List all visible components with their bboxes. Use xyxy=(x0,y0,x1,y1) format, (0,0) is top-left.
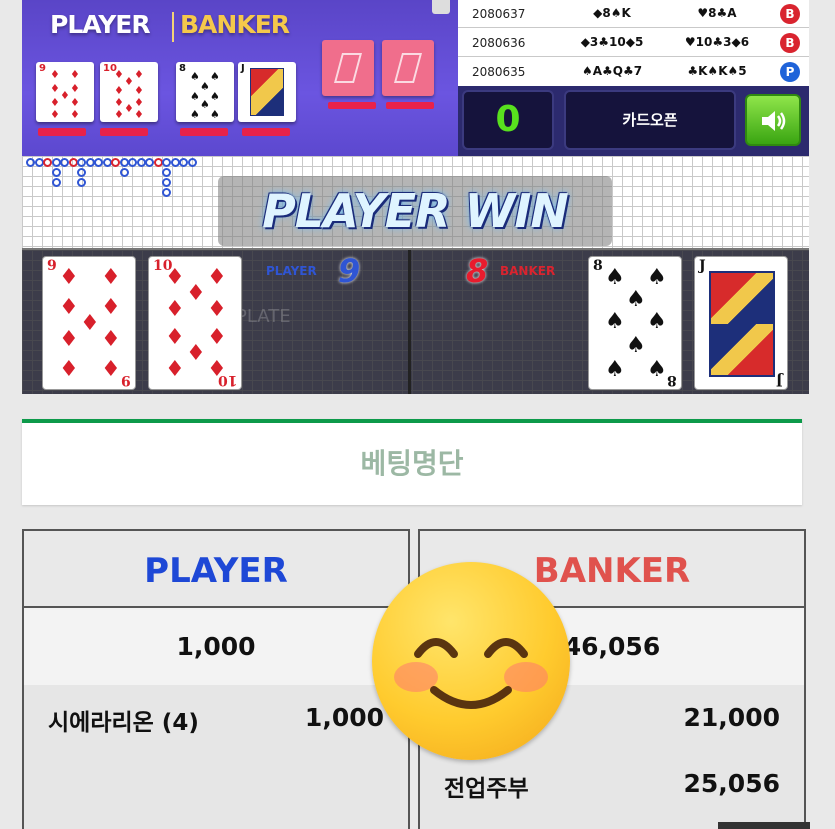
road-bead xyxy=(162,158,171,167)
round-history-table: 2080637 ◆8♠K ♥8♣A B 2080636 ◆3♣10◆5 ♥10♣… xyxy=(458,0,809,86)
card-rank: J xyxy=(776,372,783,388)
bet-row: 전업주부 25,056 xyxy=(420,751,804,817)
road-bead xyxy=(179,158,188,167)
result-badge: B xyxy=(780,33,800,53)
card-rank: 9 xyxy=(121,372,131,388)
round-id: 2080636 xyxy=(472,36,526,50)
banker-bet-marker xyxy=(180,128,228,136)
bettor-name: 시에라리온 (4) xyxy=(48,710,199,736)
card-back xyxy=(322,40,374,96)
card-rank: 8 xyxy=(667,372,677,388)
road-bead xyxy=(77,168,86,177)
countdown-display: 0 xyxy=(462,90,554,150)
banker-hand-score: 8 xyxy=(466,252,489,290)
card-rank: J xyxy=(699,258,706,274)
bettor-name: 전업주부 xyxy=(444,776,529,802)
betting-list-title: 베팅명단 xyxy=(360,447,464,480)
table-card: J xyxy=(238,62,296,122)
card-back-marker xyxy=(328,102,376,109)
road-bead xyxy=(119,168,129,177)
history-row: 2080636 ◆3♣10◆5 ♥10♣3◆6 B xyxy=(458,29,809,57)
revealed-cards-panel: PLATE PLAYER 9 8 BANKER 9 9 ♦ ♦ ♦ ♦ ♦ ♦ ♦ ♦… xyxy=(22,248,809,394)
player-card: 9 9 ♦ ♦ ♦ ♦ ♦ ♦ ♦ ♦ ♦ xyxy=(42,256,136,390)
road-bead xyxy=(77,158,86,167)
round-id: 2080635 xyxy=(472,65,526,79)
bet-amount: 21,000 xyxy=(683,703,780,732)
table-player-label: PLAYER xyxy=(50,10,151,39)
player-cards-text: ♠A♣Q♣7 xyxy=(581,64,643,78)
banker-card: J J xyxy=(694,256,788,390)
table-card: 9 ♦ ♦ ♦ ♦ ♦ ♦ ♦ ♦ ♦ xyxy=(36,62,94,122)
card-rank: 9 xyxy=(47,258,57,274)
banker-cards-text: ♥8♣A xyxy=(697,6,737,20)
table-label-divider xyxy=(172,12,174,42)
table-card: 8 ♠ ♠ ♠ ♠ ♠ ♠ ♠ ♠ xyxy=(176,62,234,122)
player-bets-header: PLAYER xyxy=(24,531,408,608)
road-bead xyxy=(145,158,154,167)
card-back xyxy=(382,40,434,96)
player-hand-score: 9 xyxy=(338,252,361,290)
road-bead xyxy=(128,158,137,167)
round-id: 2080637 xyxy=(472,7,526,21)
bottom-edge-tab xyxy=(718,822,810,829)
hands-divider xyxy=(408,250,411,394)
banker-cards-text: ♣K♠K♠5 xyxy=(687,64,747,78)
player-bet-marker xyxy=(38,128,86,136)
road-bead xyxy=(162,168,171,177)
road-bead xyxy=(51,168,61,177)
player-bet-marker xyxy=(100,128,148,136)
road-bead xyxy=(51,178,61,187)
smiling-face-emoji-icon xyxy=(372,562,570,760)
road-bead xyxy=(94,158,103,167)
bet-amount: 25,056 xyxy=(683,769,780,798)
table-card: 10 ♦ ♦ ♦ ♦ ♦ ♦ ♦ ♦ ♦ ♦ xyxy=(100,62,158,122)
road-bead xyxy=(187,158,197,167)
player-card: 10 10 ♦ ♦ ♦ ♦ ♦ ♦ ♦ ♦ ♦ ♦ xyxy=(148,256,242,390)
result-badge: B xyxy=(780,4,800,24)
player-hand-label: PLAYER xyxy=(266,264,317,278)
road-bead xyxy=(43,158,52,167)
game-controls: 0 카드오픈 xyxy=(458,86,809,156)
smile-face-features xyxy=(414,638,528,709)
road-bead xyxy=(111,158,120,167)
player-bets-panel: PLAYER 1,000 시에라리온 (4) 1,000 xyxy=(22,529,410,829)
road-bead xyxy=(162,188,171,197)
card-back-marker xyxy=(386,102,434,109)
table-banker-label: BANKER xyxy=(180,10,290,39)
history-row: 2080637 ◆8♠K ♥8♣A B xyxy=(458,0,809,28)
dealer-hand-icon xyxy=(432,0,450,14)
speaker-icon xyxy=(762,111,786,131)
betting-list-header: 베팅명단 xyxy=(22,419,802,505)
sound-toggle-button[interactable] xyxy=(745,94,801,146)
bet-row: 시에라리온 (4) 1,000 xyxy=(24,685,408,751)
jack-face-art xyxy=(709,271,775,377)
player-cards-text: ◆3♣10◆5 xyxy=(580,35,644,49)
win-banner: PLAYER WIN xyxy=(218,176,612,246)
card-table-view: PLAYER BANKER 9 ♦ ♦ ♦ ♦ ♦ ♦ ♦ ♦ ♦ 10 ♦ ♦ ♦ ♦ ♦… xyxy=(22,0,458,156)
banker-cards-text: ♥10♣3◆6 xyxy=(684,35,750,49)
watermark-text: PLATE xyxy=(236,306,291,327)
banker-hand-label: BANKER xyxy=(500,264,556,278)
baccarat-game-screen: PLAYER BANKER 9 ♦ ♦ ♦ ♦ ♦ ♦ ♦ ♦ ♦ 10 ♦ ♦ ♦ ♦ ♦… xyxy=(22,0,809,394)
player-bets-total: 1,000 xyxy=(24,608,408,685)
card-rank: 8 xyxy=(593,258,603,274)
road-bead xyxy=(26,158,35,167)
win-banner-text: PLAYER WIN xyxy=(262,184,569,238)
banker-card: 8 8 ♠ ♠ ♠ ♠ ♠ ♠ ♠ ♠ xyxy=(588,256,682,390)
player-cards-text: ◆8♠K xyxy=(593,6,631,20)
result-badge: P xyxy=(780,62,800,82)
card-open-button[interactable]: 카드오픈 xyxy=(564,90,736,150)
road-bead xyxy=(60,158,69,167)
road-bead xyxy=(77,178,86,187)
banker-bet-marker xyxy=(242,128,290,136)
road-bead xyxy=(162,178,171,187)
history-row: 2080635 ♠A♣Q♣7 ♣K♠K♠5 P xyxy=(458,58,809,86)
